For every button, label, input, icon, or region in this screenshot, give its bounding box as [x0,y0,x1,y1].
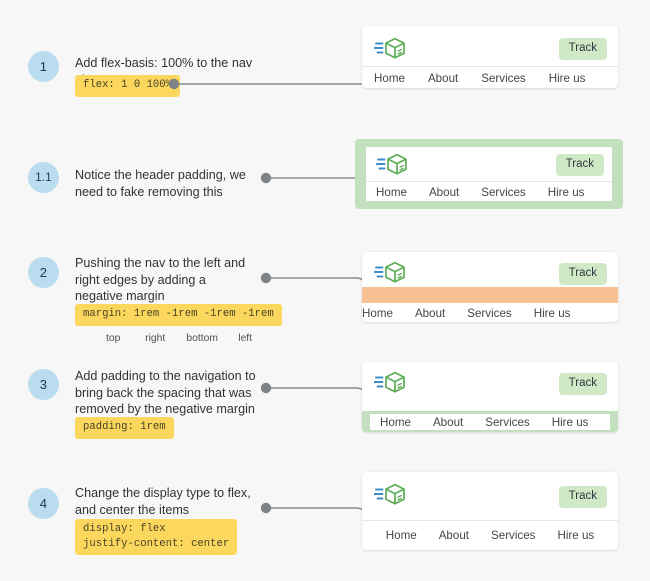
nav-item-home[interactable]: Home [362,307,393,320]
margin-label-left: left [238,333,253,344]
step-3-badge: 3 [28,369,59,400]
negative-margin-highlight [362,287,618,303]
nav-item-hire-us[interactable]: Hire us [534,307,571,320]
nav-divider-1 [362,66,618,67]
nav-3: Home About Services Hire us [362,304,618,322]
nav-item-hire-us[interactable]: Hire us [557,529,594,542]
nav-item-about[interactable]: About [415,307,445,320]
nav-2: Home About Services Hire us [366,183,612,201]
nav-4: Home About Services Hire us [370,414,610,430]
step-1-1-badge: 1.1 [28,162,59,193]
step-1-badge: 1 [28,51,59,82]
package-logo [376,152,408,177]
package-logo [374,370,406,395]
browser-card-3: Track Home About Services Hire us [362,252,618,322]
track-button-5[interactable]: Track [558,486,607,508]
nav-item-home[interactable]: Home [374,72,405,85]
step-2-description: Pushing the nav to the left and right ed… [75,256,246,303]
package-logo [374,482,406,507]
nav-item-hire-us[interactable]: Hire us [548,186,585,199]
nav-item-services[interactable]: Services [467,307,511,320]
nav-item-services[interactable]: Services [491,529,535,542]
package-logo [374,260,406,285]
browser-card-1: Track Home About Services Hire us [362,26,618,88]
nav-item-home[interactable]: Home [380,416,411,429]
nav-item-about[interactable]: About [439,529,469,542]
browser-card-5: Track Home About Services Hire us [362,472,618,550]
nav-item-services[interactable]: Services [481,186,525,199]
track-button-3[interactable]: Track [558,263,607,285]
margin-label-right: right [145,333,166,344]
track-button-2[interactable]: Track [555,154,604,176]
nav-divider-5 [362,520,618,521]
nav-divider-2 [366,181,612,182]
nav-item-home[interactable]: Home [376,186,407,199]
browser-card-2: Track Home About Services Hire us [366,147,612,201]
nav-item-services[interactable]: Services [485,416,529,429]
step-2-badge: 2 [28,257,59,288]
tutorial-diagram: 1 Add flex-basis: 100% to the nav elemen… [0,0,650,581]
margin-label-top: top [106,333,121,344]
track-button-4[interactable]: Track [558,373,607,395]
nav-item-services[interactable]: Services [481,72,525,85]
step-4-badge: 4 [28,488,59,519]
step-2-margin-labels: top right bottom left [75,322,255,355]
nav-item-about[interactable]: About [429,186,459,199]
nav-item-about[interactable]: About [433,416,463,429]
step-1-1-description: Notice the header padding, we need to fa… [75,168,246,199]
step-3-description: Add padding to the navigation to bring b… [75,369,256,416]
nav-item-home[interactable]: Home [386,529,417,542]
browser-card-4: Track Home About Services Hire us [362,362,618,432]
step-3-code: padding: 1rem [75,417,174,439]
nav-item-about[interactable]: About [428,72,458,85]
step-4-code: display: flex justify-content: center [75,519,238,555]
connector-1 [166,74,366,94]
package-logo [374,36,406,61]
nav-5: Home About Services Hire us [362,524,618,546]
nav-item-hire-us[interactable]: Hire us [552,416,589,429]
track-button-1[interactable]: Track [558,38,607,60]
step-1-code: flex: 1 0 100% [75,75,181,97]
margin-label-bottom: bottom [186,333,218,344]
step-4-description: Change the display type to flex, and cen… [75,486,251,517]
nav-item-hire-us[interactable]: Hire us [549,72,586,85]
nav-1: Home About Services Hire us [362,68,618,88]
